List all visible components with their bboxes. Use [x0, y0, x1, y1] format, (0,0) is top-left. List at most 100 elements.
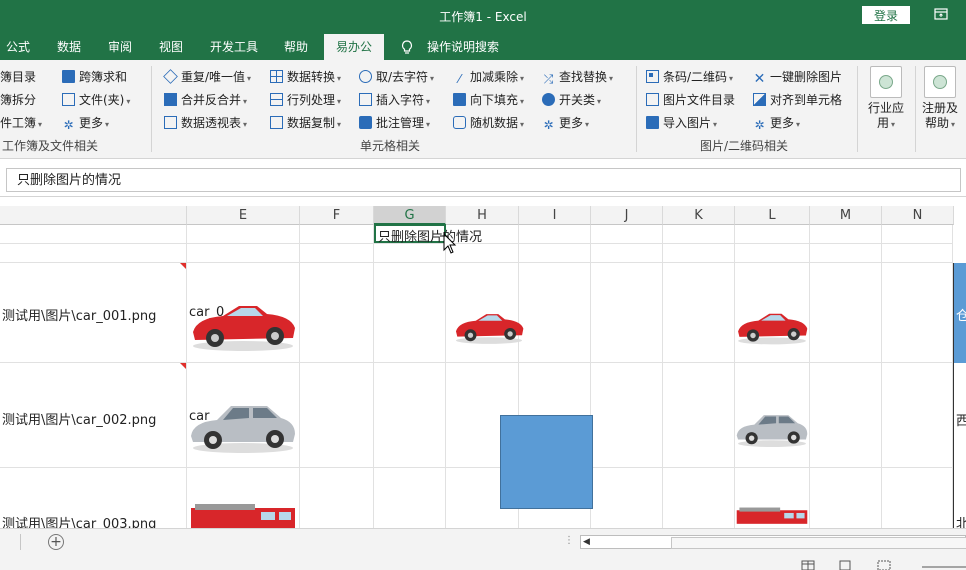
duplicate-unique-button[interactable]: 重复/唯一值 ▾ — [163, 67, 251, 87]
cross-book-sum-button[interactable]: 跨簿求和 — [62, 67, 127, 87]
cell-g1-text: 只删除图片的情况 — [378, 230, 483, 245]
delete-all-pictures-button[interactable]: ✕ 一键删除图片 — [753, 67, 842, 87]
column-header-g[interactable]: G — [374, 206, 446, 225]
add-sub-mul-div-button[interactable]: ⁄ 加减乘除 ▾ — [453, 67, 524, 87]
workbook-split-button[interactable]: 簿拆分 — [0, 90, 36, 110]
register-help-button[interactable]: 注册及 帮助 ▾ — [912, 66, 966, 132]
comment-manage-button[interactable]: 批注管理 ▾ — [359, 113, 430, 133]
merge-unmerge-button[interactable]: 合并反合并 ▾ — [164, 90, 247, 110]
gridline — [0, 362, 952, 363]
red-convertible-car-image[interactable] — [734, 298, 810, 354]
close-icon: ✕ — [753, 71, 766, 87]
gridline — [734, 225, 735, 528]
extract-remove-chars-button[interactable]: 取/去字符 ▾ — [359, 67, 434, 87]
column-header-blank — [0, 206, 187, 225]
add-sheet-button[interactable]: + — [48, 534, 64, 550]
register-help-label-2: 帮助 — [924, 116, 949, 130]
gridline — [0, 262, 952, 263]
dice-icon — [453, 116, 466, 129]
formula-input[interactable]: 只删除图片的情况 — [6, 168, 961, 192]
column-header-h[interactable]: H — [446, 206, 519, 225]
group-separator — [151, 66, 152, 152]
tab-formulas[interactable]: 公式 — [6, 34, 30, 60]
column-header-i[interactable]: I — [519, 206, 591, 225]
tab-data[interactable]: 数据 — [57, 34, 81, 60]
row-col-process-button[interactable]: 行列处理 ▾ — [270, 90, 341, 110]
industry-apps-label-2: 用 — [876, 116, 889, 130]
gridline — [662, 225, 663, 528]
column-header-f[interactable]: F — [300, 206, 374, 225]
cut-chars-icon — [359, 70, 372, 83]
silver-sedan-car-image[interactable] — [187, 396, 299, 454]
shuffle-icon: ⤮ — [543, 72, 554, 86]
gridline — [373, 225, 374, 528]
switch-class-button[interactable]: 开关类 ▾ — [542, 90, 601, 110]
tab-developer[interactable]: 开发工具 — [210, 34, 258, 60]
scroll-left-icon[interactable]: ◀ — [583, 537, 590, 547]
data-copy-button[interactable]: 数据复制 ▾ — [270, 113, 341, 133]
fire-truck-image[interactable] — [187, 502, 299, 528]
group-separator — [636, 66, 637, 152]
column-header-m[interactable]: M — [810, 206, 882, 225]
restore-window-icon[interactable] — [934, 8, 948, 20]
spreadsheet-grid[interactable]: E F G H I J K L M N 只删除图片的情况 测试用\图片\car_… — [0, 206, 966, 528]
horizontal-scrollbar[interactable]: ◀ — [580, 535, 966, 549]
picture-file-dir-button[interactable]: 图片文件目录 — [646, 90, 735, 110]
fill-down-button[interactable]: 向下填充 ▾ — [453, 90, 524, 110]
gridline — [299, 225, 300, 528]
red-convertible-car-image[interactable] — [452, 298, 526, 354]
move-cursor-icon — [440, 232, 457, 254]
register-help-icon — [924, 66, 956, 98]
blue-rectangle-shape[interactable] — [500, 415, 593, 509]
gridline — [809, 225, 810, 528]
find-replace-button[interactable]: ⤮ 查找替换 ▾ — [542, 67, 613, 87]
scrollbar-thumb[interactable] — [671, 537, 966, 549]
sparkle-icon: ✲ — [543, 118, 554, 132]
formula-bar: 只删除图片的情况 — [0, 166, 966, 197]
workbook-file-button[interactable]: 件工簿 ▾ — [0, 113, 42, 133]
ribbon-panel: 簿目录 簿拆分 件工簿 ▾ 跨簿求和 文件(夹) ▾ ✲ 更多 ▾ 工作簿及文件相关 重… — [0, 60, 966, 159]
column-header-j[interactable]: J — [591, 206, 663, 225]
tab-view[interactable]: 视图 — [159, 34, 183, 60]
sparkle-icon: ✲ — [63, 118, 74, 132]
insert-chars-button[interactable]: 插入字符 ▾ — [359, 90, 430, 110]
tab-review[interactable]: 审阅 — [108, 34, 132, 60]
list-icon — [646, 93, 659, 106]
divider — [20, 534, 21, 550]
group1-more-button[interactable]: ✲ 更多 ▾ — [62, 113, 109, 133]
right-side-shape[interactable]: 仓 西 北 — [953, 263, 966, 528]
align-to-cell-button[interactable]: 对齐到单元格 — [753, 90, 842, 110]
title-bar: 工作簿1 - Excel 登录 — [0, 0, 966, 34]
path-cell: 测试用\图片\car_002.png — [2, 413, 157, 428]
random-data-button[interactable]: 随机数据 ▾ — [453, 113, 524, 133]
red-convertible-car-image[interactable] — [187, 294, 299, 354]
tell-me-search[interactable]: 操作说明搜索 — [427, 34, 499, 60]
sparkle-icon: ✲ — [754, 118, 765, 132]
tab-split-handle-icon[interactable]: ⋮ — [564, 535, 574, 546]
tab-yibangong[interactable]: 易办公 — [324, 34, 384, 60]
tab-help[interactable]: 帮助 — [284, 34, 308, 60]
lightbulb-icon — [401, 40, 413, 54]
group3-more-button[interactable]: ✲ 更多 ▾ — [753, 113, 800, 133]
column-header-e[interactable]: E — [187, 206, 300, 225]
group2-more-button[interactable]: ✲ 更多 ▾ — [542, 113, 589, 133]
column-header-k[interactable]: K — [663, 206, 735, 225]
login-button[interactable]: 登录 — [862, 6, 910, 24]
column-header-n[interactable]: N — [882, 206, 954, 225]
data-convert-button[interactable]: 数据转换 ▾ — [270, 67, 341, 87]
industry-apps-label: 行业应 — [867, 101, 904, 115]
qrcode-icon — [646, 70, 659, 83]
industry-apps-button[interactable]: 行业应 用 ▾ — [858, 66, 914, 132]
pivot-table-button[interactable]: 数据透视表 ▾ — [164, 113, 247, 133]
folder-file-button[interactable]: 文件(夹) ▾ — [62, 90, 130, 110]
silver-sedan-car-image[interactable] — [734, 400, 810, 456]
fire-truck-image[interactable] — [734, 502, 810, 528]
path-cell: 测试用\图片\car_003.png — [2, 517, 157, 528]
import-picture-button[interactable]: 导入图片 ▾ — [646, 113, 717, 133]
column-header-l[interactable]: L — [735, 206, 810, 225]
barcode-qrcode-button[interactable]: 条码/二维码 ▾ — [646, 67, 733, 87]
folder-icon — [62, 93, 75, 106]
status-bar: + ⋮ ◀ — [0, 528, 966, 570]
workbook-directory-button[interactable]: 簿目录 — [0, 67, 36, 87]
pivot-icon — [164, 116, 177, 129]
